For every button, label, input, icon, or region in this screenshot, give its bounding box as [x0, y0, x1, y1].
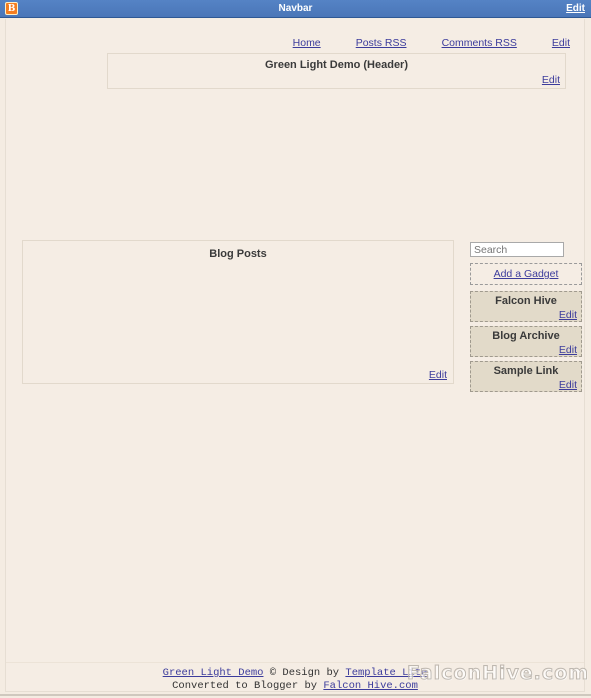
search-input[interactable] — [470, 242, 564, 257]
top-link-edit[interactable]: Edit — [552, 37, 570, 49]
footer-link-green-light-demo[interactable]: Green Light Demo — [163, 667, 264, 679]
gadget-title: Sample Link — [493, 365, 559, 377]
blog-posts-edit-link[interactable]: Edit — [429, 369, 447, 381]
bottom-border — [0, 694, 591, 696]
footer-copyright-text: © Design by — [263, 667, 346, 679]
top-link-posts-rss[interactable]: Posts RSS — [356, 37, 407, 49]
gadget-sample-link[interactable]: Sample Link Edit — [470, 361, 582, 392]
gadget-edit-link[interactable]: Edit — [559, 344, 577, 356]
gadget-title: Falcon Hive — [495, 295, 557, 307]
add-a-gadget-box[interactable]: Add a Gadget — [470, 263, 582, 285]
footer-converted-text: Converted to Blogger by — [172, 680, 324, 692]
blogger-navbar: B Navbar Edit — [0, 0, 591, 18]
navbar-title: Navbar — [278, 3, 313, 14]
navbar-edit-link[interactable]: Edit — [566, 3, 585, 14]
gadget-falcon-hive[interactable]: Falcon Hive Edit — [470, 291, 582, 322]
gadget-blog-archive[interactable]: Blog Archive Edit — [470, 326, 582, 357]
footer-link-falcon-hive[interactable]: Falcon Hive.com — [323, 680, 418, 692]
top-link-comments-rss[interactable]: Comments RSS — [442, 37, 517, 49]
gadget-edit-link[interactable]: Edit — [559, 309, 577, 321]
header-widget-box[interactable]: Green Light Demo (Header) Edit — [107, 53, 566, 89]
top-links-row: Home Posts RSS Comments RSS Edit — [6, 37, 578, 49]
sidebar: Add a Gadget Falcon Hive Edit Blog Archi… — [470, 242, 582, 396]
blog-posts-title: Blog Posts — [209, 248, 267, 260]
add-a-gadget-link[interactable]: Add a Gadget — [494, 268, 559, 280]
top-link-home[interactable]: Home — [293, 37, 321, 49]
falconhive-watermark: FalconHive.com — [406, 662, 589, 685]
gadget-edit-link[interactable]: Edit — [559, 379, 577, 391]
page-wrapper: Home Posts RSS Comments RSS Edit Green L… — [5, 19, 585, 692]
gadget-title: Blog Archive — [492, 330, 560, 342]
header-edit-link[interactable]: Edit — [542, 74, 560, 86]
blog-posts-widget-box[interactable]: Blog Posts Edit — [22, 240, 454, 384]
header-title: Green Light Demo (Header) — [264, 59, 409, 71]
